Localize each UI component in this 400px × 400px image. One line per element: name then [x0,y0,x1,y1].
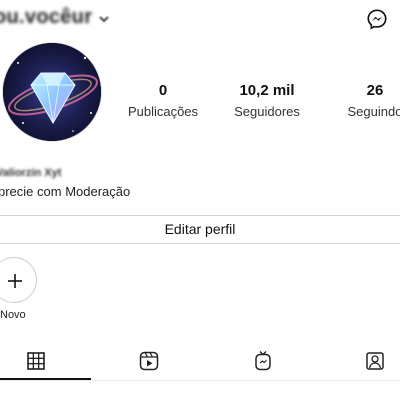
avatar[interactable] [2,42,102,142]
display-name: Valiorzin Xyt [0,167,62,179]
stat-following[interactable]: 26 Seguindo [325,82,400,119]
tab-reels[interactable] [138,350,160,372]
chevron-down-icon[interactable] [98,14,110,24]
igtv-icon [255,351,271,371]
tab-grid[interactable] [25,350,47,372]
followers-label: Seguidores [234,104,300,119]
plus-icon [8,274,22,288]
stat-posts[interactable]: 0 Publicações [113,82,213,119]
tab-igtv[interactable] [252,350,274,372]
grid-icon [27,352,45,370]
following-count: 26 [366,82,384,99]
posts-label: Publicações [127,104,199,119]
new-highlight-label: Novo [0,309,26,321]
new-highlight-button[interactable] [0,257,37,303]
reels-icon [139,351,159,371]
messenger-icon[interactable] [366,8,388,30]
profile-tabs [0,350,400,390]
tabs-divider [0,380,400,381]
profile-header: ou.vocêur [0,0,400,40]
edit-profile-button[interactable]: Editar perfil [0,215,400,244]
stat-followers[interactable]: 10,2 mil Seguidores [217,82,317,119]
posts-count: 0 [158,82,168,99]
username-title[interactable]: ou.vocêur [0,6,92,29]
following-label: Seguindo [347,104,400,119]
tagged-icon [366,352,384,370]
followers-count: 10,2 mil [239,82,295,99]
bio-text: precie com Moderação [0,184,131,199]
tab-tagged[interactable] [364,350,386,372]
